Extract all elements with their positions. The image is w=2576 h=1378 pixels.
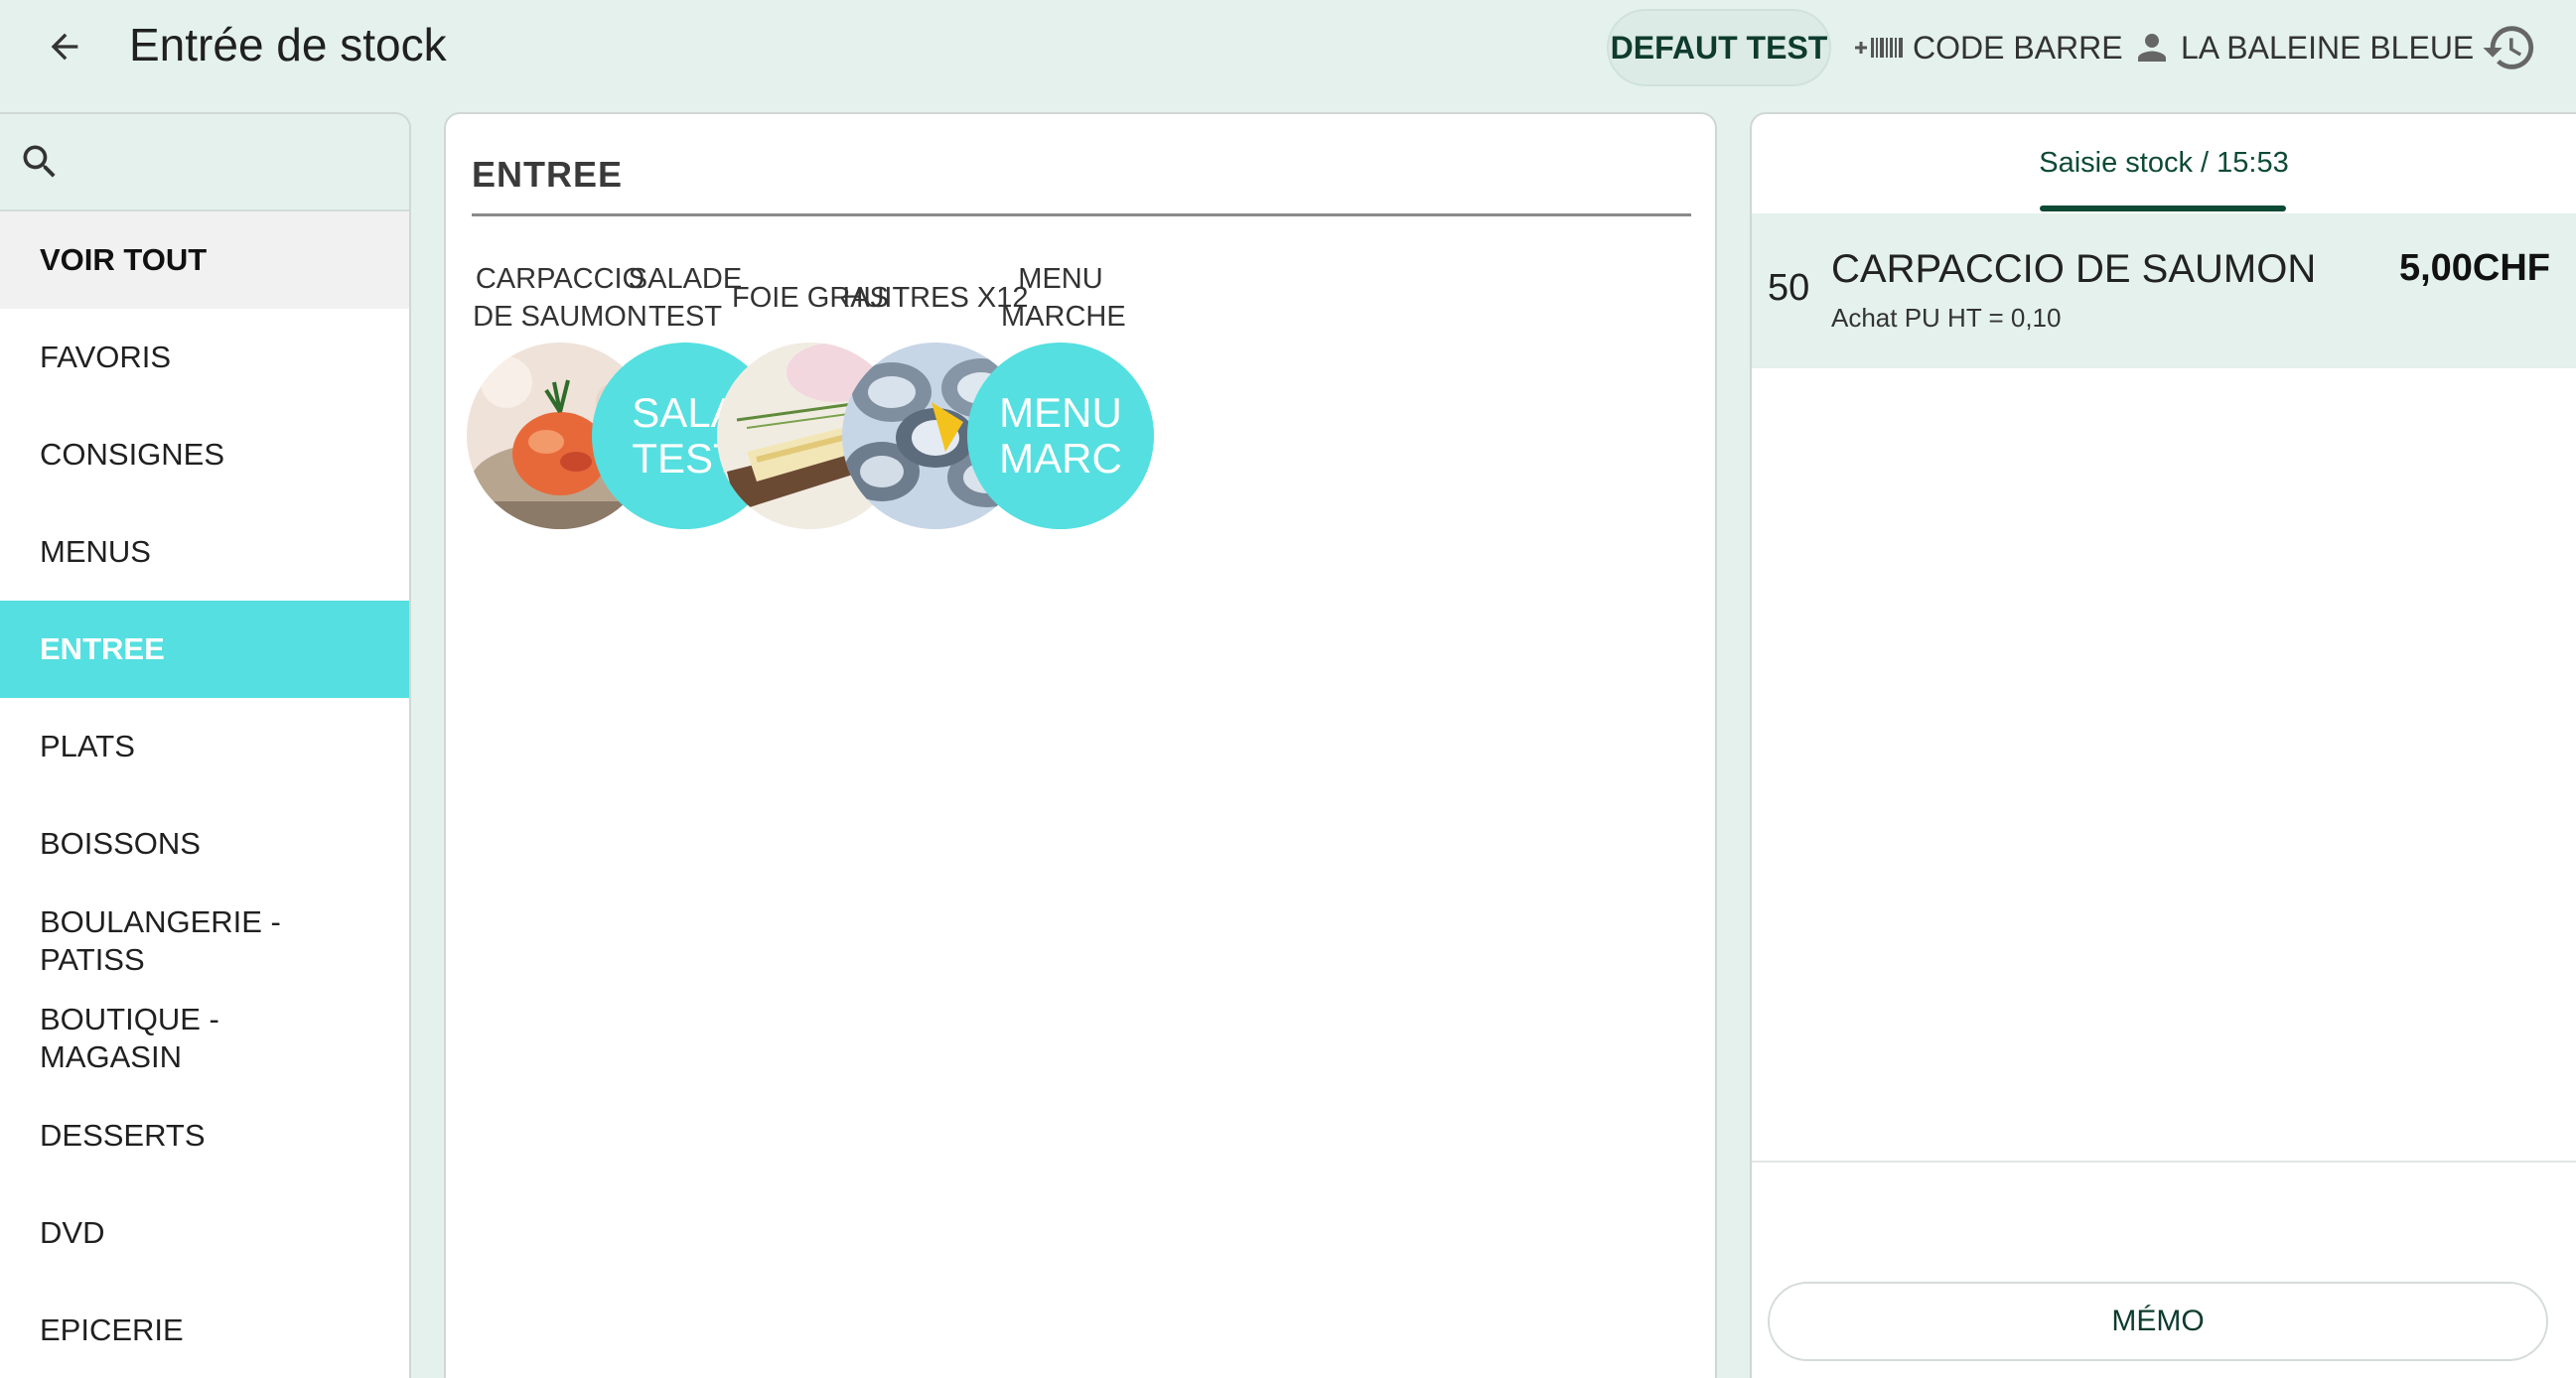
history-icon xyxy=(2483,26,2534,69)
memo-button[interactable]: MÉMO xyxy=(1768,1282,2548,1361)
line-price: 5,00CHF xyxy=(2398,247,2550,289)
add-barcode-icon xyxy=(1855,38,1903,58)
ticket-divider xyxy=(1752,1161,2576,1163)
ticket-line[interactable]: 50 CARPACCIO DE SAUMON 5,00CHF Achat PU … xyxy=(1752,213,2576,368)
category-plats[interactable]: PLATS xyxy=(0,698,409,795)
product-name-text: MENU MARCHE xyxy=(1001,263,1126,333)
arrow-left-icon xyxy=(51,33,78,61)
category-boissons[interactable]: BOISSONS xyxy=(0,795,409,893)
profile-pill-button[interactable]: DEFAUT TEST xyxy=(1607,9,1831,86)
category-label: BOUTIQUE - MAGASIN xyxy=(40,1002,219,1074)
store-label: LA BALEINE BLEUE xyxy=(2181,29,2475,66)
category-dvd[interactable]: DVD xyxy=(0,1184,409,1282)
category-voir-tout[interactable]: VOIR TOUT xyxy=(0,211,409,309)
heading-divider xyxy=(472,213,1691,216)
back-button[interactable] xyxy=(40,22,89,71)
category-heading: ENTREE xyxy=(472,154,624,195)
category-epicerie[interactable]: EPICERIE xyxy=(0,1282,409,1378)
category-sidebar: VOIR TOUT FAVORIS CONSIGNES MENUS ENTREE… xyxy=(0,112,411,1378)
search-icon xyxy=(23,145,56,178)
tab-saisie-stock[interactable]: Saisie stock / 15:53 xyxy=(1752,114,2576,211)
product-name: MENU MARCHE xyxy=(966,253,1155,343)
person-icon xyxy=(2138,34,2166,62)
category-menus[interactable]: MENUS xyxy=(0,503,409,601)
line-quantity: 50 xyxy=(1768,267,1810,309)
product-tile-menu-marche[interactable]: MENU MARCHE MENU MARC xyxy=(966,253,1155,529)
barcode-button[interactable]: CODE BARRE xyxy=(1853,24,2123,71)
stock-entry-panel: Saisie stock / 15:53 50 CARPACCIO DE SAU… xyxy=(1750,112,2576,1378)
active-tab-indicator xyxy=(2040,206,2286,211)
search-bar[interactable] xyxy=(0,114,409,211)
store-button[interactable]: LA BALEINE BLEUE xyxy=(2131,24,2474,71)
category-favoris[interactable]: FAVORIS xyxy=(0,309,409,406)
category-consignes[interactable]: CONSIGNES xyxy=(0,406,409,503)
category-desserts[interactable]: DESSERTS xyxy=(0,1087,409,1184)
category-label: BOULANGERIE - PATISS xyxy=(40,904,281,977)
line-product-name: CARPACCIO DE SAUMON xyxy=(1831,247,2317,291)
page-title: Entrée de stock xyxy=(129,19,447,70)
category-boulangerie-patiss[interactable]: BOULANGERIE - PATISS xyxy=(0,893,409,990)
barcode-label: CODE BARRE xyxy=(1913,29,2123,66)
category-entree[interactable]: ENTREE xyxy=(0,601,409,698)
category-boutique-magasin[interactable]: BOUTIQUE - MAGASIN xyxy=(0,990,409,1087)
history-button[interactable] xyxy=(2479,18,2540,77)
top-bar: Entrée de stock DEFAUT TEST CODE BARRE L… xyxy=(0,0,2576,94)
product-placeholder: MENU MARC xyxy=(967,343,1154,529)
line-purchase-price: Achat PU HT = 0,10 xyxy=(1831,303,2062,333)
products-panel: ENTREE CARPACCIO DE SAUMON SALADE TEST S… xyxy=(444,112,1717,1378)
